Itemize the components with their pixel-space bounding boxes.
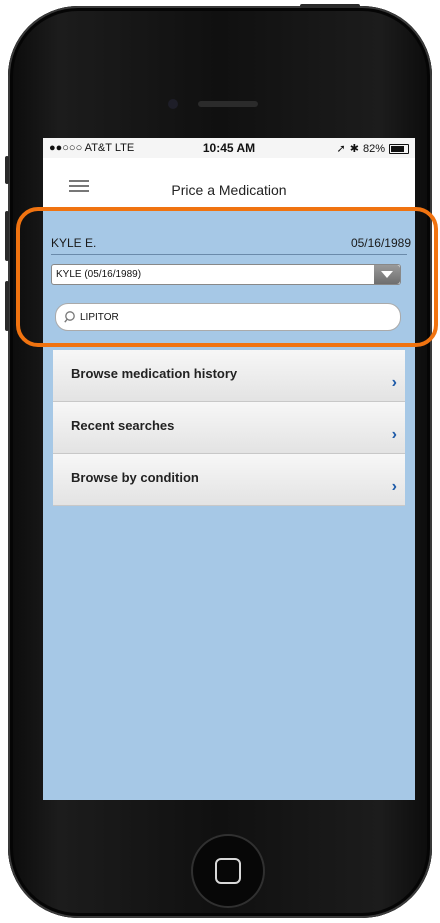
- menu-item-recent-searches[interactable]: Recent searches ›: [53, 402, 405, 454]
- home-button[interactable]: [193, 836, 263, 906]
- power-button: [300, 4, 360, 8]
- status-bar: ●●○○○ AT&T LTE 10:45 AM ➚ ✱ 82%: [43, 138, 415, 158]
- highlight-outline: [16, 207, 438, 347]
- menu-item-browse-history[interactable]: Browse medication history ›: [53, 350, 405, 402]
- earpiece-speaker: [198, 101, 258, 107]
- menu-item-label: Recent searches: [71, 418, 175, 433]
- menu-item-label: Browse by condition: [71, 470, 199, 485]
- chevron-right-icon: ›: [391, 374, 397, 391]
- page-title: Price a Medication: [171, 182, 287, 198]
- battery-icon: [389, 143, 409, 154]
- chevron-right-icon: ›: [391, 426, 397, 443]
- status-right: ➚ ✱ 82%: [337, 142, 409, 155]
- home-square-icon: [215, 858, 241, 884]
- volume-down-button: [5, 281, 9, 331]
- navigation-bar: Price a Medication: [43, 158, 415, 211]
- chevron-right-icon: ›: [391, 478, 397, 495]
- location-icon: ➚: [336, 143, 346, 155]
- menu-list: Browse medication history › Recent searc…: [53, 350, 405, 506]
- menu-item-browse-condition[interactable]: Browse by condition ›: [53, 454, 405, 506]
- volume-up-button: [5, 211, 9, 261]
- menu-item-label: Browse medication history: [71, 366, 238, 381]
- battery-percent: 82%: [362, 142, 385, 155]
- bluetooth-icon: ✱: [349, 143, 359, 155]
- mute-switch: [5, 156, 9, 184]
- front-camera: [168, 99, 178, 109]
